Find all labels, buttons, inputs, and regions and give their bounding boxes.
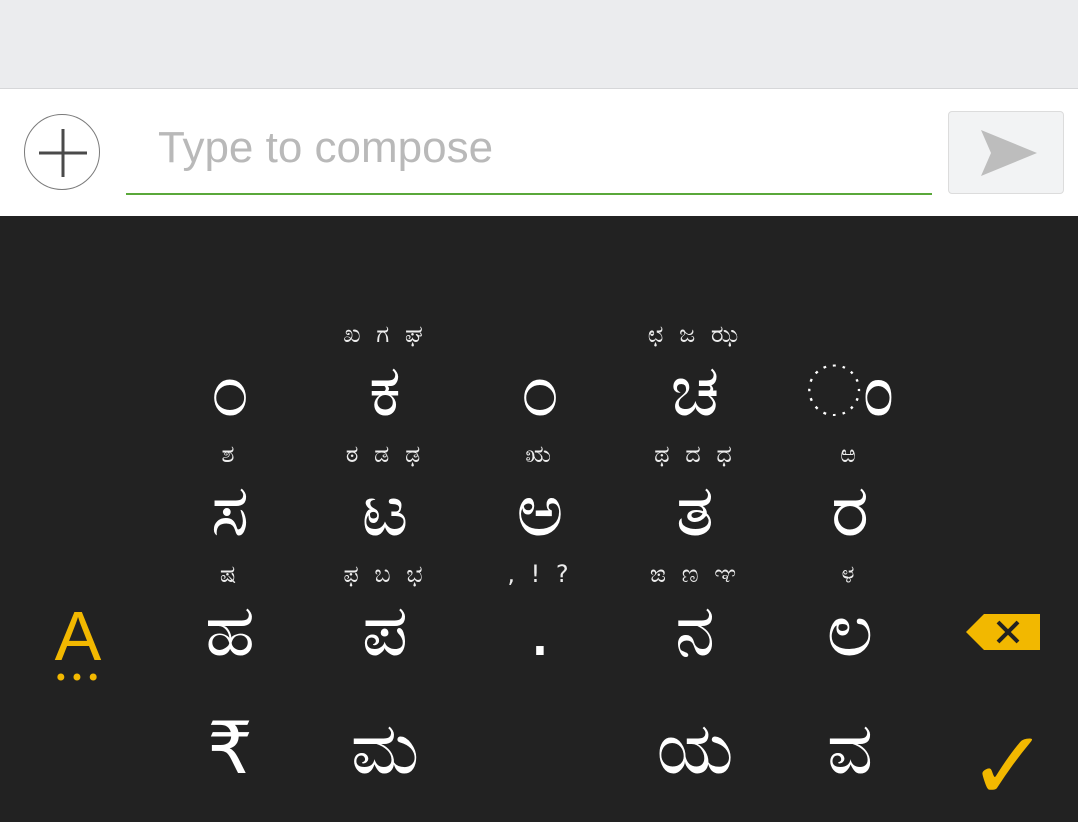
key-secondary-label: , ! ? xyxy=(507,560,573,588)
key-secondary-label: ಫ ಬ ಭ xyxy=(343,560,427,588)
key[interactable]: ಱರ xyxy=(775,440,925,552)
key-secondary-label: ಋ xyxy=(525,440,555,468)
key[interactable]: ಶಸ xyxy=(155,440,305,552)
compose-input-wrapper xyxy=(126,113,932,195)
add-attachment-button[interactable] xyxy=(24,114,100,190)
key[interactable]: ಠ ಡ ಢಟ xyxy=(310,440,460,552)
top-bar xyxy=(0,0,1078,89)
key[interactable]: ಋಅ xyxy=(465,440,615,552)
key-label: ಪ xyxy=(361,588,409,672)
key-label xyxy=(465,708,615,788)
key-label: . xyxy=(528,588,552,672)
key[interactable]: ಖ ಗ ಘಕ xyxy=(310,320,460,432)
key-label: ತ xyxy=(675,468,715,552)
key[interactable]: ◌ಂ xyxy=(775,350,925,430)
key-secondary-label: ಶ xyxy=(221,440,239,468)
key[interactable]: ೦ xyxy=(155,350,305,430)
key[interactable]: ಥ ದ ಧತ xyxy=(620,440,770,552)
key[interactable]: ಷಹ xyxy=(155,560,305,672)
key[interactable]: ₹ xyxy=(155,708,305,788)
compose-bar xyxy=(0,89,1078,216)
key-secondary-label: ಷ xyxy=(219,560,241,588)
backspace-key[interactable] xyxy=(964,612,1042,656)
key-label: ವ xyxy=(826,706,874,790)
compose-input[interactable] xyxy=(126,113,932,183)
key-secondary-label: ಠ ಡ ಢ xyxy=(345,440,425,468)
key-secondary-label: ಱ xyxy=(840,440,860,468)
language-key-dots: ••• xyxy=(53,664,103,692)
key-secondary-label: ಛ ಜ ಝ xyxy=(647,320,743,348)
key-label: ಅ xyxy=(516,468,564,552)
key[interactable]: ಮ xyxy=(310,708,460,788)
enter-key[interactable]: ✓ xyxy=(968,716,1048,816)
key[interactable]: ೦ xyxy=(465,350,615,430)
key-label: ◌ಂ xyxy=(805,348,895,432)
key-secondary-label: ಳ xyxy=(841,560,859,588)
key-label: ಯ xyxy=(656,706,734,790)
key-label: ೦ xyxy=(209,348,251,432)
key-secondary-label: ಙ ಣ ಞ xyxy=(649,560,741,588)
key[interactable]: ಯ xyxy=(620,708,770,788)
key[interactable] xyxy=(465,708,615,788)
backspace-x-icon xyxy=(966,614,1040,650)
key-label: ರ xyxy=(830,468,870,552)
kannada-keyboard: ೦ಖ ಗ ಘಕ೦ಛ ಜ ಝ ಚ ◌ಂ ಶ ಸ ಠ ಡ ಢಟಋಅಥ ದ ಧತಱರಷಹಫ ಬ … xyxy=(0,216,1078,816)
key-secondary-label: ಖ ಗ ಘ xyxy=(343,320,427,348)
key-label: ಚ xyxy=(670,348,720,432)
key[interactable]: ಫ ಬ ಭಪ xyxy=(310,560,460,672)
key[interactable]: ಙ ಣ ಞನ xyxy=(620,560,770,672)
key-label: ಮ xyxy=(350,706,420,790)
language-switch-key[interactable]: A ••• xyxy=(30,596,126,706)
key-label: ನ xyxy=(674,588,716,672)
key-label: ಹ xyxy=(205,588,255,672)
key-label: ಲ xyxy=(826,588,874,672)
checkmark-icon: ✓ xyxy=(968,710,1049,822)
key-secondary-label: ಥ ದ ಧ xyxy=(654,440,736,468)
send-button[interactable] xyxy=(948,111,1064,194)
key-label: ೦ xyxy=(519,348,561,432)
key-label: ₹ xyxy=(207,706,253,790)
key[interactable]: , ! ?. xyxy=(465,560,615,672)
send-arrow-icon xyxy=(981,130,1037,176)
key[interactable]: ಛ ಜ ಝಚ xyxy=(620,320,770,432)
key[interactable]: ಳಲ xyxy=(775,560,925,672)
plus-circle-icon xyxy=(39,129,87,177)
key-label: ಸ xyxy=(210,468,250,552)
key[interactable]: ವ xyxy=(775,708,925,788)
key-label: ಟ xyxy=(361,468,409,552)
key-label: ಕ xyxy=(368,348,402,432)
